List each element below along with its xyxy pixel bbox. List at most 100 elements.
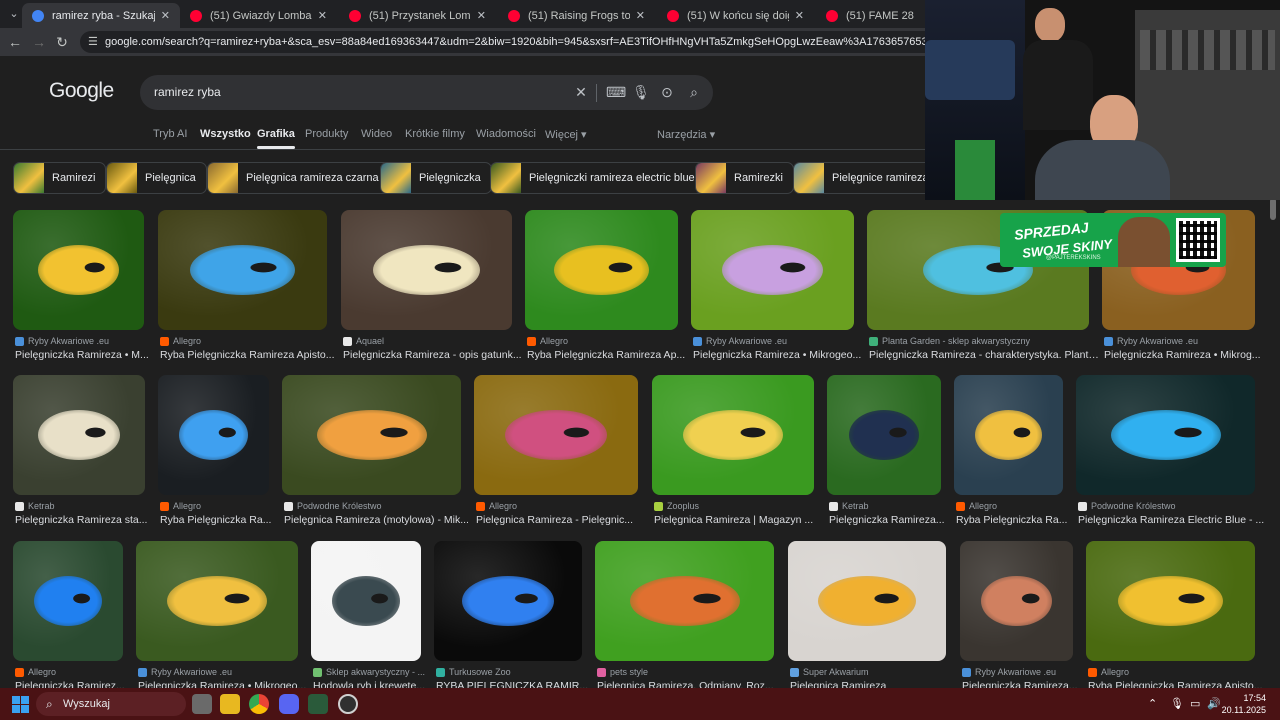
result-title[interactable]: Pielęgniczka Ramireza • M... [15, 349, 156, 361]
image-result[interactable]: Ketrab Pielęgniczka Ramireza... [827, 375, 945, 535]
related-search-chip[interactable]: Pielęgnica [106, 162, 207, 194]
search-tab[interactable]: Wszystko [200, 128, 251, 140]
result-title[interactable]: Pielęgniczka Ramirez... [15, 680, 135, 688]
result-title[interactable]: Pielęgniczka Ramireza • Mikrogeo... [693, 349, 866, 361]
search-tab[interactable]: Tryb AI [153, 128, 187, 140]
result-thumbnail[interactable] [1086, 541, 1255, 661]
close-tab-icon[interactable]: ✕ [795, 9, 804, 22]
search-tab[interactable]: Narzędzia ▾ [657, 128, 715, 141]
search-tab[interactable]: Więcej ▾ [545, 128, 587, 141]
result-thumbnail[interactable] [595, 541, 774, 661]
browser-tab[interactable]: (51) Gwiazdy Lombardu: Paczk ✕ [180, 3, 337, 28]
clear-icon[interactable]: ✕ [572, 83, 590, 101]
image-result[interactable]: Allegro Ryba Pielęgniczka Ra... [954, 375, 1067, 535]
clock[interactable]: 17:54 20.11.2025 [1222, 692, 1266, 716]
result-title[interactable]: Pielęgnica Ramireza | Magazyn ... [654, 514, 826, 526]
result-title[interactable]: Pielęgniczka Ramireza Electric Blue - ..… [1078, 514, 1267, 526]
result-source[interactable]: Allegro [527, 336, 680, 346]
image-result[interactable]: Allegro Ryba Pielęgniczka Ra... [158, 375, 271, 535]
result-thumbnail[interactable] [1076, 375, 1255, 495]
result-thumbnail[interactable] [788, 541, 946, 661]
result-title[interactable]: Ryba Pielęgniczka Ramireza Apisto... [160, 349, 339, 361]
result-thumbnail[interactable] [474, 375, 638, 495]
forward-icon[interactable]: → [30, 33, 48, 51]
result-source[interactable]: Allegro [1088, 667, 1257, 677]
address-bar[interactable]: ☰ google.com/search?q=ramirez+ryba+&sca_… [80, 31, 950, 53]
lens-icon[interactable]: ⊙ [658, 83, 676, 101]
result-title[interactable]: Hodowla ryb i krewetе... [313, 680, 433, 688]
image-result[interactable]: Sklep akwarystyczny - ... Hodowla ryb i k… [311, 541, 425, 688]
result-thumbnail[interactable] [158, 375, 269, 495]
result-source[interactable]: Turkusowe Zoo [436, 667, 584, 677]
network-icon[interactable]: ▭ [1190, 697, 1200, 710]
result-title[interactable]: RYBA PIELĘGNICZKA RAMIR... [436, 680, 594, 688]
result-source[interactable]: Allegro [160, 336, 329, 346]
result-title[interactable]: Ryba Pielęgniczka Ra... [956, 514, 1075, 526]
result-source[interactable]: Ryby Akwariowe .eu [1104, 336, 1257, 346]
search-tab[interactable]: Wideo [361, 128, 392, 140]
microphone-icon[interactable]: 🎙 [632, 83, 650, 101]
result-thumbnail[interactable] [13, 210, 144, 330]
tab-search-icon[interactable]: ⌄ [6, 6, 22, 22]
related-search-chip[interactable]: Pielęgniczka [380, 162, 492, 194]
image-result[interactable]: Ketrab Pielęgniczka Ramireza sta... [13, 375, 147, 535]
image-result[interactable]: Ryby Akwariowe .eu Pielęgniczka Ramireza … [13, 210, 149, 370]
result-title[interactable]: Pielęgniczka Ramireza • Mikrogeo... [138, 680, 310, 688]
image-result[interactable]: Allegro Pielęgniczka Ramirez... [13, 541, 125, 688]
image-result[interactable]: Podwodne Królestwo Pielęgniczka Ramireza … [1076, 375, 1264, 535]
result-source[interactable]: Ryby Akwariowe .eu [962, 667, 1075, 677]
result-source[interactable]: Allegro [956, 501, 1065, 511]
related-search-chip[interactable]: Ramirezki [695, 162, 794, 194]
related-search-chip[interactable]: Pielęgniczki ramireza electric blue [490, 162, 706, 194]
image-result[interactable]: Allegro Ryba Pielęgniczka Ramireza Apisto… [158, 210, 335, 370]
result-source[interactable]: Super Akwarium [790, 667, 948, 677]
result-source[interactable]: Allegro [160, 501, 271, 511]
terminal-icon[interactable] [308, 694, 328, 714]
browser-tab[interactable]: ramirez ryba - Szukaj w Google ✕ [22, 3, 180, 28]
result-source[interactable]: Sklep akwarystyczny - ... [313, 667, 425, 677]
result-source[interactable]: Planta Garden - sklep akwarystyczny [869, 336, 1091, 346]
image-result[interactable]: Allegro Pielęgnica Ramireza - Pielęgnic..… [474, 375, 638, 535]
search-tab[interactable]: Grafika [257, 128, 295, 149]
result-source[interactable]: Aquael [343, 336, 514, 346]
back-icon[interactable]: ← [6, 33, 24, 51]
start-icon[interactable] [12, 696, 29, 713]
task-view-icon[interactable] [192, 694, 212, 714]
result-source[interactable]: pets style [597, 667, 776, 677]
image-result[interactable]: Ryby Akwariowe .eu Pielęgniczka Ramireza … [136, 541, 306, 688]
result-title[interactable]: Pielęgnica Ramireza - Pielęgnic... [476, 514, 650, 526]
related-search-chip[interactable]: Ramirezi [13, 162, 107, 194]
result-source[interactable]: Podwodne Królestwo [284, 501, 463, 511]
result-source[interactable]: Ryby Akwariowe .eu [693, 336, 856, 346]
result-source[interactable]: Ketrab [829, 501, 943, 511]
search-tab[interactable]: Produkty [305, 128, 348, 140]
tray-chevron-icon[interactable]: ⌃ [1148, 697, 1157, 710]
result-title[interactable]: Pielęgnica Ramireza. Odmiany. Roz... [597, 680, 786, 688]
result-thumbnail[interactable] [311, 541, 421, 661]
result-thumbnail[interactable] [136, 541, 298, 661]
google-logo[interactable]: Google [49, 79, 114, 103]
result-source[interactable]: Zooplus [654, 501, 816, 511]
result-thumbnail[interactable] [341, 210, 512, 330]
address-bar-url[interactable]: google.com/search?q=ramirez+ryba+&sca_es… [105, 36, 942, 48]
result-thumbnail[interactable] [960, 541, 1073, 661]
result-title[interactable]: Pielęgniczka Ramireza... [829, 514, 953, 526]
result-title[interactable]: Pielęgniczka Ramireza... [962, 680, 1085, 688]
image-result[interactable]: Ryby Akwariowe .eu Pielęgniczka Ramireza.… [960, 541, 1078, 688]
image-result[interactable]: Zooplus Pielęgnica Ramireza | Magazyn ... [652, 375, 814, 535]
file-explorer-icon[interactable] [220, 694, 240, 714]
result-source[interactable]: Ryby Akwariowe .eu [138, 667, 300, 677]
search-tab[interactable]: Krótkie filmy [405, 128, 465, 140]
browser-tab[interactable]: (51) Raising Frogs to Play Vide ✕ [498, 3, 655, 28]
result-thumbnail[interactable] [13, 375, 145, 495]
result-thumbnail[interactable] [691, 210, 854, 330]
search-icon[interactable]: ⌕ [685, 83, 703, 101]
result-title[interactable]: Ryba Pielęgniczka Ramireza Ap... [527, 349, 690, 361]
obs-icon[interactable] [338, 694, 358, 714]
taskbar-search[interactable]: ⌕ Wyszukaj [36, 692, 186, 716]
browser-tab[interactable]: (51) FAME 28 F2F: Natan [816, 3, 926, 28]
result-title[interactable]: Pielęgniczka Ramireza - opis gatunk... [343, 349, 524, 361]
result-title[interactable]: Pielęgnica Ramireza [790, 680, 958, 688]
image-result[interactable]: Aquael Pielęgniczka Ramireza - opis gatun… [341, 210, 522, 370]
image-result[interactable]: pets style Pielęgnica Ramireza. Odmiany. … [595, 541, 774, 688]
